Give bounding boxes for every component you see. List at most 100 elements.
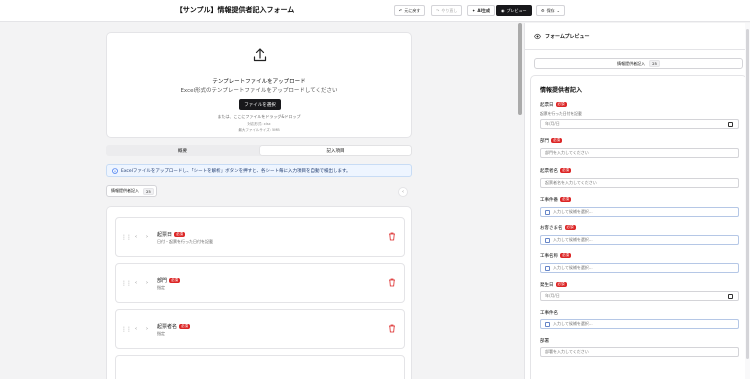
field-hint: 指定 xyxy=(157,285,165,290)
eye-icon: ◉ xyxy=(501,8,505,13)
preview-form: 情報提供者記入 起票日 必須 起票を行った日付を記載 年/月/日 部門 必須 部門を… xyxy=(530,75,747,379)
editor-tabs: 概要 記入項目 xyxy=(106,145,412,156)
trash-icon[interactable] xyxy=(388,232,396,241)
field-hint: 指定 xyxy=(157,331,165,336)
upload-title: テンプレートファイルをアップロード xyxy=(212,79,306,85)
preview-sheet-name: 情報提供者記入 xyxy=(617,60,646,66)
field-name: 起票日 xyxy=(157,232,173,238)
required-badge: 必須 xyxy=(551,138,562,143)
undo-button[interactable]: ↶ 元に戻す xyxy=(394,5,426,16)
required-badge: 必須 xyxy=(179,324,191,329)
chevron-up-icon[interactable]: ‹ xyxy=(135,280,137,286)
preview-title: フォームプレビュー xyxy=(545,34,590,40)
required-badge: 必須 xyxy=(174,232,186,237)
text-input[interactable]: 部署を入力してください xyxy=(540,347,739,357)
dropdown-input[interactable]: 入力して候補を選択... xyxy=(540,207,739,217)
chevron-right-icon[interactable]: › xyxy=(146,234,148,240)
gear-icon: ⚙ xyxy=(541,8,545,13)
text-input[interactable]: 部門を入力してください xyxy=(540,148,739,158)
text-input[interactable]: 起票者名を入力してください xyxy=(540,178,739,188)
preview-scrollbar[interactable] xyxy=(745,23,750,379)
date-input[interactable]: 年/月/日 xyxy=(540,291,739,301)
ai-generate-button[interactable]: ✦ AI生成 xyxy=(467,5,495,16)
chevron-up-icon[interactable]: ‹ xyxy=(135,326,137,332)
eye-icon xyxy=(534,33,541,40)
chevron-down-icon: ⌄ xyxy=(556,8,560,13)
top-header: 【サンプル】情報提供者記入フォーム ↶ 元に戻す ↷ やり直し ✦ AI生成 ◉… xyxy=(0,0,750,22)
preview-field-label: お客さま名 xyxy=(540,226,563,231)
field-hint: 日付・起票を行った日付を記載 xyxy=(157,239,213,244)
list-icon xyxy=(545,265,550,271)
scrollbar-thumb[interactable] xyxy=(746,29,749,359)
divider xyxy=(525,49,750,50)
list-icon xyxy=(545,237,550,243)
date-input[interactable]: 年/月/日 xyxy=(540,119,739,129)
preview-sheet-count: 25 xyxy=(649,60,660,67)
editor-pane: テンプレートファイルをアップロード Excel形式のテンプレートファイルをアップ… xyxy=(0,23,517,379)
field-name: 部門 xyxy=(157,278,168,284)
calendar-icon[interactable] xyxy=(728,294,733,299)
field-item[interactable]: ⋮⋮ ‹ › 部門 必須 指定 xyxy=(115,263,405,303)
required-badge: 必須 xyxy=(169,278,181,283)
save-button[interactable]: ⚙ 保存 ⌄ xyxy=(536,5,565,16)
redo-button[interactable]: ↷ やり直し xyxy=(431,5,463,16)
required-badge: 必須 xyxy=(564,225,576,230)
drag-handle-icon[interactable]: ⋮⋮ xyxy=(121,326,132,333)
required-badge: 必須 xyxy=(560,168,571,173)
tab-fields[interactable]: 記入項目 xyxy=(260,146,411,155)
preview-field-label: 起票日 xyxy=(540,103,554,108)
preview-field-label: 起票者名 xyxy=(540,169,558,174)
drag-handle-icon[interactable]: ⋮⋮ xyxy=(121,280,132,287)
preview-sheet-selector[interactable]: 情報提供者記入 25 xyxy=(534,58,743,69)
sheet-name: 情報提供者記入 xyxy=(111,188,139,193)
preview-pane: フォームプレビュー 情報提供者記入 25 情報提供者記入 起票日 必須 起票を行っ… xyxy=(524,23,750,379)
field-item[interactable]: ⋮⋮ ‹ › 起票者名 必須 指定 xyxy=(115,309,405,349)
undo-icon: ↶ xyxy=(399,8,403,13)
drop-text: または、ここにファイルをドラッグ&ドロップ xyxy=(217,114,301,119)
scrollbar-thumb[interactable] xyxy=(518,23,522,115)
dropdown-input[interactable]: 入力して候補を選択... xyxy=(540,263,739,273)
list-icon xyxy=(545,209,550,215)
preview-field-hint: 起票を行った日付を記載 xyxy=(540,111,582,116)
upload-card[interactable]: テンプレートファイルをアップロード Excel形式のテンプレートファイルをアップ… xyxy=(106,32,412,138)
upload-icon xyxy=(253,48,267,62)
dropdown-input[interactable]: 入力して候補を選択... xyxy=(540,235,739,245)
dropdown-input[interactable]: 入力して候補を選択... xyxy=(540,319,739,329)
field-item[interactable]: ⋮⋮ ‹ › 起票日 必須 日付・起票を行った日付を記載 xyxy=(115,217,405,257)
trash-icon[interactable] xyxy=(388,278,396,287)
tab-overview[interactable]: 概要 xyxy=(107,146,258,155)
field-item[interactable] xyxy=(115,355,405,379)
preview-field-label: 工事件番 xyxy=(540,198,558,203)
chevron-up-icon[interactable]: ‹ xyxy=(135,234,137,240)
chevron-left-icon: ‹ xyxy=(402,189,404,195)
info-icon xyxy=(112,167,118,174)
info-text: Excelファイルをアップロードし、「シートを解析」ボタンを押すと、各シート毎に… xyxy=(121,168,351,174)
preview-button[interactable]: ◉ プレビュー xyxy=(496,5,532,16)
sheet-selector[interactable]: 情報提供者記入 25 xyxy=(106,185,157,197)
preview-form-title: 情報提供者記入 xyxy=(540,87,583,94)
chevron-right-icon[interactable]: › xyxy=(146,326,148,332)
field-name: 起票者名 xyxy=(157,324,178,330)
chevron-right-icon[interactable]: › xyxy=(146,280,148,286)
trash-icon[interactable] xyxy=(388,324,396,333)
collapse-button[interactable]: ‹ xyxy=(398,187,408,197)
required-badge: 必須 xyxy=(555,282,567,287)
list-icon xyxy=(545,321,550,327)
sheet-count-badge: 25 xyxy=(143,187,154,195)
editor-scrollbar[interactable] xyxy=(517,23,523,379)
field-list: ⋮⋮ ‹ › 起票日 必須 日付・起票を行った日付を記載 ⋮⋮ ‹ › 部門 必須 … xyxy=(106,206,412,379)
max-size-text: 最大ファイルサイズ: 5MB xyxy=(238,128,280,132)
format-text: 対応形式: xlsx xyxy=(247,122,271,126)
required-badge: 必須 xyxy=(555,102,567,107)
preview-field-label: 部署 xyxy=(540,339,549,344)
preview-field-label: 工事件名 xyxy=(540,311,558,316)
preview-field-label: 部門 xyxy=(540,139,549,144)
info-banner: Excelファイルをアップロードし、「シートを解析」ボタンを押すと、各シート毎に… xyxy=(106,164,412,177)
calendar-icon[interactable] xyxy=(728,122,733,127)
redo-icon: ↷ xyxy=(436,8,440,13)
preview-field-label: 工事名称 xyxy=(540,254,558,259)
drag-handle-icon[interactable]: ⋮⋮ xyxy=(121,234,132,241)
required-badge: 必須 xyxy=(560,253,571,258)
choose-file-button[interactable]: ファイルを選択 xyxy=(239,99,281,110)
required-badge: 必須 xyxy=(560,197,571,202)
